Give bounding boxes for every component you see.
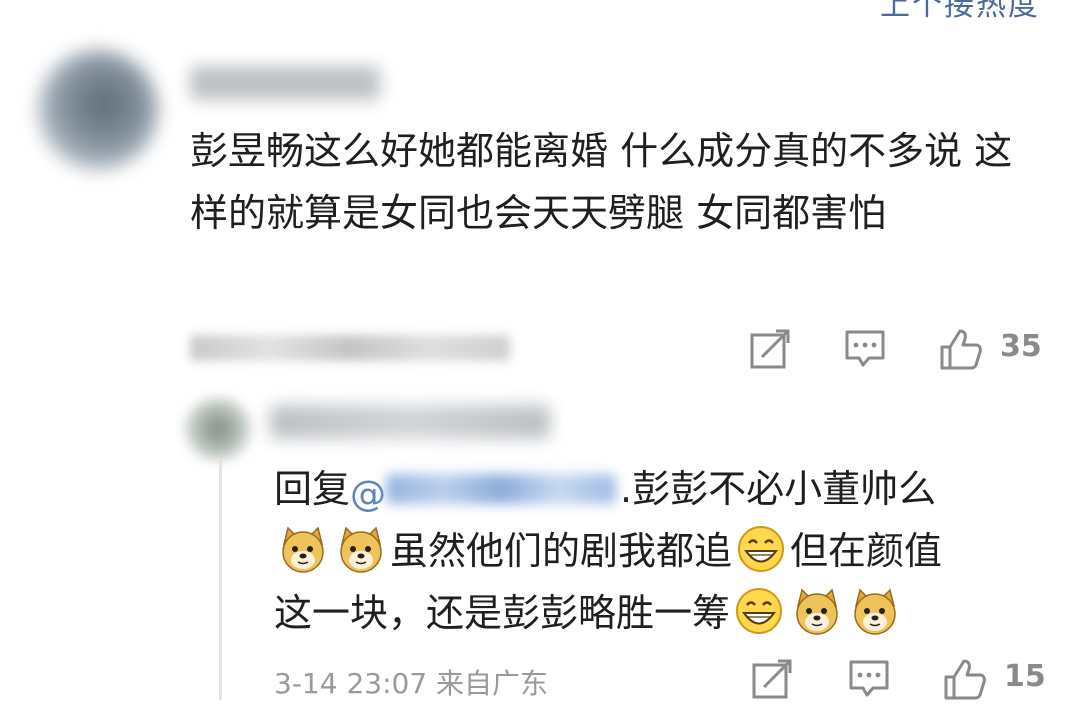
comment-icon[interactable]	[846, 657, 892, 701]
mention-username-blurred	[386, 474, 617, 504]
reply-line3: 这一块，还是彭彭略胜一筹	[274, 591, 731, 635]
thread-line	[219, 460, 222, 700]
reply-line2: 虽然他们的剧我都追	[390, 529, 733, 573]
reply-line1-tail: .彭彭不必小董帅么	[620, 467, 937, 511]
reply-meta: 3-14 23:07 来自广东	[274, 662, 548, 702]
comment-text: 彭昱畅这么好她都能离婚 什么成分真的不多说 这样的就算是女同也会天天劈腿 女同都…	[190, 129, 1013, 235]
reply-prefix: 回复	[274, 467, 351, 511]
reply-time: 3-14 23:07	[274, 667, 428, 700]
comment-icon[interactable]	[842, 327, 888, 371]
comment-meta-row: 35	[190, 325, 1042, 375]
top-reply-link[interactable]: 上个接热度	[880, 0, 1040, 24]
share-icon[interactable]	[748, 327, 794, 371]
commenter-avatar[interactable]	[38, 50, 158, 170]
reply-like-count: 15	[1004, 659, 1046, 694]
mention-at-sign: @	[350, 474, 387, 515]
reply-location: 来自广东	[436, 667, 549, 700]
reply-line2b: 但在颜值	[790, 529, 943, 573]
reply-text: 回复 @ .彭彭不必小董帅么 虽然他们的剧我都追 但在颜值 这一块，还是彭彭略胜一筹	[274, 458, 1054, 644]
grin-emoji-icon	[738, 526, 785, 572]
thumbs-up-icon[interactable]	[938, 327, 984, 371]
reply-avatar[interactable]	[185, 398, 251, 460]
doge-emoji-icon	[854, 588, 896, 635]
comment-meta-blurred	[190, 335, 510, 361]
doge-emoji-icon	[796, 588, 838, 635]
thumbs-up-icon[interactable]	[942, 657, 988, 701]
doge-emoji-icon	[340, 526, 382, 573]
like-count: 35	[1000, 329, 1042, 364]
commenter-username-blurred[interactable]	[190, 66, 380, 100]
mention-link[interactable]: @	[350, 468, 620, 515]
grin-emoji-icon	[736, 588, 783, 634]
reply-actions: 15	[750, 655, 1050, 705]
reply-username-blurred[interactable]	[270, 405, 550, 439]
share-icon[interactable]	[750, 657, 796, 701]
doge-emoji-icon	[282, 526, 324, 573]
